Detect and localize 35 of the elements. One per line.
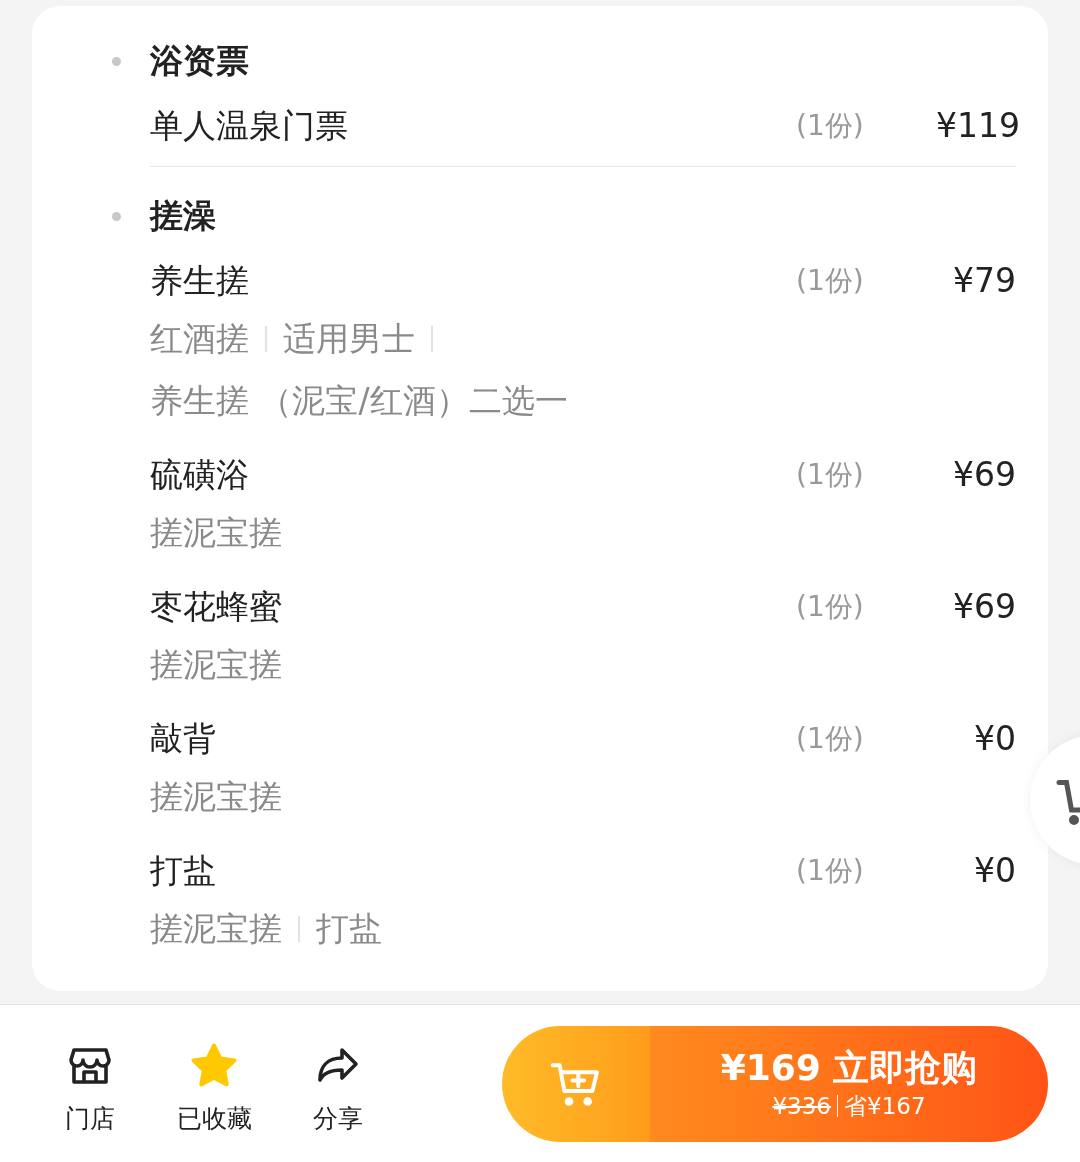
- item-price: ¥69: [952, 586, 1016, 629]
- bottom-action[interactable]: 门店: [28, 1029, 152, 1138]
- item-price: ¥0: [973, 718, 1016, 761]
- item-quantity: (1份): [796, 457, 865, 493]
- item-price: ¥79: [952, 260, 1016, 303]
- item-name: 打盐: [150, 850, 217, 893]
- item-quantity: (1份): [796, 589, 865, 625]
- item-quantity: (1份): [796, 721, 865, 757]
- item-name: 硫磺浴: [150, 454, 250, 497]
- item-price: ¥69: [952, 454, 1016, 497]
- item-quantity: (1份): [796, 108, 865, 144]
- item-tag: 搓泥宝搓: [150, 508, 282, 558]
- item-tag: 搓泥宝搓: [150, 904, 282, 954]
- bullet-icon: [112, 57, 121, 66]
- savings-text: 省¥167: [844, 1091, 926, 1121]
- bottom-action[interactable]: 已收藏: [152, 1029, 276, 1138]
- section-title: 搓澡: [150, 195, 216, 238]
- item-quantity: (1份): [796, 263, 865, 299]
- item-name: 枣花蜂蜜: [150, 586, 283, 629]
- item-tag: 搓泥宝搓: [150, 772, 282, 822]
- item-tag: 搓泥宝搓: [150, 640, 282, 690]
- bottom-action[interactable]: 分享: [276, 1029, 400, 1138]
- item-price: ¥119: [936, 105, 1016, 148]
- original-price: ¥336: [772, 1091, 831, 1121]
- item-name: 单人温泉门票: [150, 105, 349, 148]
- item-quantity: (1份): [796, 853, 865, 889]
- item-tag: 养生搓 （泥宝/红酒）二选一: [150, 376, 568, 426]
- item-tag: 红酒搓: [150, 314, 249, 364]
- item-tag: 适用男士: [283, 314, 415, 364]
- item-name: 养生搓: [150, 260, 250, 303]
- bullet-icon: [112, 212, 121, 221]
- item-name: 敲背: [150, 718, 217, 761]
- item-tag: 打盐: [316, 904, 382, 954]
- item-price: ¥0: [973, 850, 1016, 893]
- section-title: 浴资票: [150, 40, 249, 83]
